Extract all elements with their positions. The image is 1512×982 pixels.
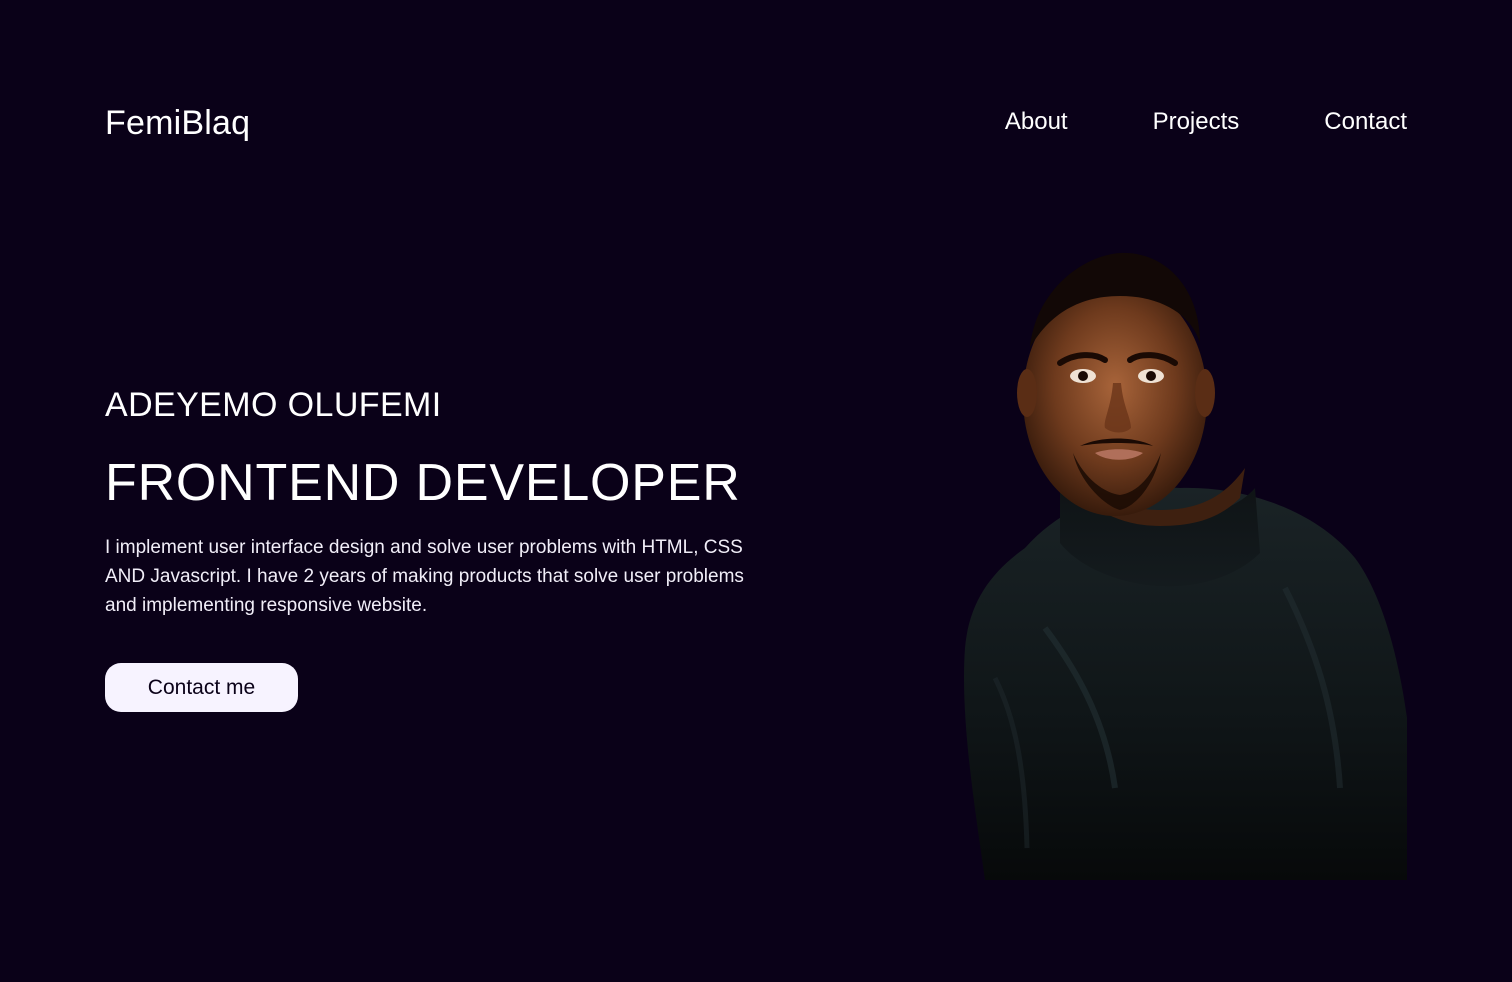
nav-about-link[interactable]: About xyxy=(1005,108,1068,136)
landing-page: FemiBlaq About Projects Contact ADEYEMO … xyxy=(0,0,1512,982)
hero-intro: ADEYEMO OLUFEMI FRONTEND DEVELOPER I imp… xyxy=(105,383,765,620)
top-nav: FemiBlaq About Projects Contact xyxy=(105,100,1407,150)
nav-projects-link[interactable]: Projects xyxy=(1153,108,1240,136)
developer-role: FRONTEND DEVELOPER xyxy=(105,454,741,512)
nav-links: About Projects Contact xyxy=(1005,108,1407,136)
contact-me-button[interactable]: Contact me xyxy=(105,663,298,712)
portrait-photo xyxy=(955,248,1407,880)
developer-bio: I implement user interface design and so… xyxy=(105,537,744,616)
developer-name: ADEYEMO OLUFEMI xyxy=(105,386,442,424)
portrait-illustration-icon xyxy=(964,252,1407,880)
nav-contact-link[interactable]: Contact xyxy=(1324,108,1407,136)
site-logo[interactable]: FemiBlaq xyxy=(105,104,250,143)
